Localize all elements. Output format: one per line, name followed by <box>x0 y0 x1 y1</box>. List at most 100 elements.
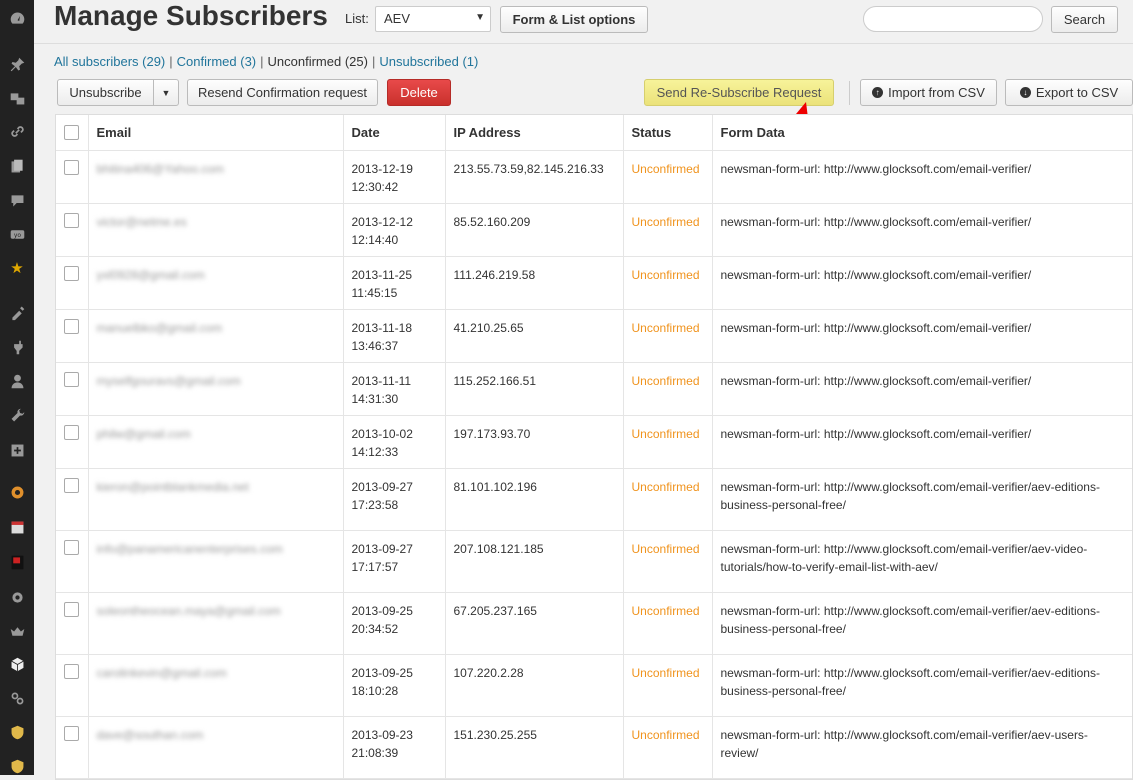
shield-icon[interactable] <box>7 722 27 742</box>
gear-icon[interactable] <box>7 587 27 607</box>
badge-icon[interactable] <box>7 552 27 572</box>
admin-sidebar: yo ★ <box>0 0 34 775</box>
row-checkbox[interactable] <box>64 318 79 334</box>
table-row[interactable]: victor@netme.es 2013-12-12 12:14:40 85.52.1… <box>56 203 1132 257</box>
row-checkbox[interactable] <box>64 424 79 440</box>
email-cell: victor@netme.es <box>88 203 344 257</box>
import-csv-label: Import from CSV <box>888 85 985 100</box>
column-header-email[interactable]: Email <box>88 115 344 151</box>
row-checkbox[interactable] <box>64 539 79 555</box>
pages-icon[interactable] <box>7 156 27 176</box>
link-icon[interactable] <box>7 121 27 141</box>
date-text: 2013-11-11 <box>351 373 412 388</box>
table-row[interactable]: yxl0928@gmail.com 2013-11-25 11:45:15 111.2… <box>56 256 1132 310</box>
row-checkbox-cell <box>56 716 89 779</box>
subscribers-table: Email Date IP Address Status Form Data b… <box>55 114 1133 780</box>
table-row[interactable]: carolinkevin@gmail.com 2013-09-25 18:10:28… <box>56 654 1132 717</box>
column-header-ip[interactable]: IP Address <box>445 115 624 151</box>
filter-link[interactable]: Unsubscribed (1) <box>379 54 478 69</box>
resend-confirmation-button[interactable]: Resend Confirmation request <box>187 79 378 106</box>
form-list-options-button[interactable]: Form & List options <box>500 6 648 33</box>
column-header-date[interactable]: Date <box>343 115 446 151</box>
status-text: Unconfirmed <box>631 267 700 282</box>
ip-cell: 81.101.102.196 <box>445 468 624 531</box>
status-cell: Unconfirmed <box>623 362 713 416</box>
row-checkbox[interactable] <box>64 725 79 741</box>
row-checkbox[interactable] <box>64 371 79 387</box>
comments-icon[interactable] <box>7 190 27 210</box>
table-row[interactable]: philw@gmail.com 2013-10-02 14:12:33 197.173… <box>56 415 1132 469</box>
form-data-cell: newsman-form-url: http://www.glocksoft.c… <box>712 530 1132 593</box>
table-row[interactable]: bhitina406@Yahoo.com 2013-12-19 12:30:42 21… <box>56 150 1132 204</box>
dashboard-icon[interactable] <box>7 8 27 28</box>
ip-cell: 41.210.25.65 <box>445 309 624 363</box>
time-text: 14:12:33 <box>351 444 399 459</box>
unsubscribe-button[interactable]: Unsubscribe <box>57 79 154 106</box>
column-header-status[interactable]: Status <box>623 115 713 151</box>
import-csv-button[interactable]: ↑ Import from CSV <box>860 79 997 106</box>
pin-icon[interactable] <box>7 54 27 74</box>
form-data-cell: newsman-form-url: http://www.glocksoft.c… <box>712 468 1132 531</box>
seo-icon[interactable]: yo <box>7 224 27 244</box>
time-text: 11:45:15 <box>351 285 398 300</box>
tools-icon[interactable] <box>7 405 27 425</box>
row-checkbox-cell <box>56 362 89 416</box>
cube-icon[interactable] <box>7 654 27 674</box>
search-button[interactable]: Search <box>1051 6 1118 33</box>
ip-cell: 115.252.166.51 <box>445 362 624 416</box>
filter-link[interactable]: Confirmed (3) <box>177 54 256 69</box>
ip-cell: 213.55.73.59,82.145.216.33 <box>445 150 624 204</box>
row-checkbox[interactable] <box>64 663 79 679</box>
date-cell: 2013-12-12 12:14:40 <box>343 203 446 257</box>
row-checkbox[interactable] <box>64 212 79 228</box>
row-checkbox-cell <box>56 309 89 363</box>
export-csv-button[interactable]: ↓ Export to CSV <box>1005 79 1133 106</box>
search-input[interactable] <box>863 6 1043 32</box>
settings-plus-icon[interactable] <box>7 440 27 460</box>
download-icon: ↓ <box>1019 87 1031 98</box>
table-row[interactable]: kieron@pointblankmedia.net 2013-09-27 17:2… <box>56 468 1132 531</box>
table-row[interactable]: soleontheocean.maya@gmail.com 2013-09-25 2… <box>56 592 1132 655</box>
plugins-icon[interactable] <box>7 337 27 357</box>
filter-link[interactable]: All subscribers (29) <box>54 54 165 69</box>
filter-separator: | <box>371 54 376 69</box>
email-text: carolinkevin@gmail.com <box>96 665 227 680</box>
appearance-icon[interactable] <box>7 302 27 322</box>
status-text: Unconfirmed <box>631 320 700 335</box>
table-icon[interactable] <box>7 517 27 537</box>
form-data-cell: newsman-form-url: http://www.glocksoft.c… <box>712 716 1132 779</box>
table-row[interactable]: manuelbko@gmail.com 2013-11-18 13:46:37 41.… <box>56 309 1132 363</box>
list-select[interactable]: AEV ▼ <box>375 6 491 32</box>
row-checkbox[interactable] <box>64 265 79 281</box>
time-text: 12:30:42 <box>351 179 399 194</box>
time-text: 14:31:30 <box>351 391 399 406</box>
shield-small-icon[interactable] <box>7 756 27 776</box>
plugin-orange-icon[interactable] <box>7 482 27 502</box>
users-icon[interactable] <box>7 371 27 391</box>
media-icon[interactable] <box>7 88 27 108</box>
delete-button[interactable]: Delete <box>387 79 451 106</box>
table-row[interactable]: myselfgouravs@gmail.com 2013-11-11 14:31:3… <box>56 362 1132 416</box>
loop-icon[interactable] <box>7 688 27 708</box>
row-checkbox[interactable] <box>64 159 79 175</box>
row-checkbox[interactable] <box>64 601 79 617</box>
form-data-cell: newsman-form-url: http://www.glocksoft.c… <box>712 256 1132 310</box>
status-cell: Unconfirmed <box>623 654 713 717</box>
unsubscribe-dropdown-button[interactable]: ▼ <box>153 79 179 106</box>
select-all-cell <box>56 115 89 151</box>
row-checkbox-cell <box>56 654 89 717</box>
star-icon[interactable]: ★ <box>7 258 27 278</box>
table-row[interactable]: dave@southan.com 2013-09-23 21:08:39 151.23… <box>56 716 1132 779</box>
select-all-checkbox[interactable] <box>64 125 79 140</box>
row-checkbox[interactable] <box>64 477 79 493</box>
upload-icon: ↑ <box>872 87 884 98</box>
status-cell: Unconfirmed <box>623 150 713 204</box>
email-text: soleontheocean.maya@gmail.com <box>96 603 281 618</box>
email-text: philw@gmail.com <box>96 426 191 441</box>
crown-icon[interactable] <box>7 621 27 641</box>
table-row[interactable]: info@panamericanenterprises.com 2013-09-2… <box>56 530 1132 593</box>
svg-text:yo: yo <box>13 232 21 239</box>
column-header-form-data[interactable]: Form Data <box>712 115 1132 151</box>
table-body: bhitina406@Yahoo.com 2013-12-19 12:30:42 21… <box>56 150 1132 779</box>
header-divider <box>34 43 1133 44</box>
